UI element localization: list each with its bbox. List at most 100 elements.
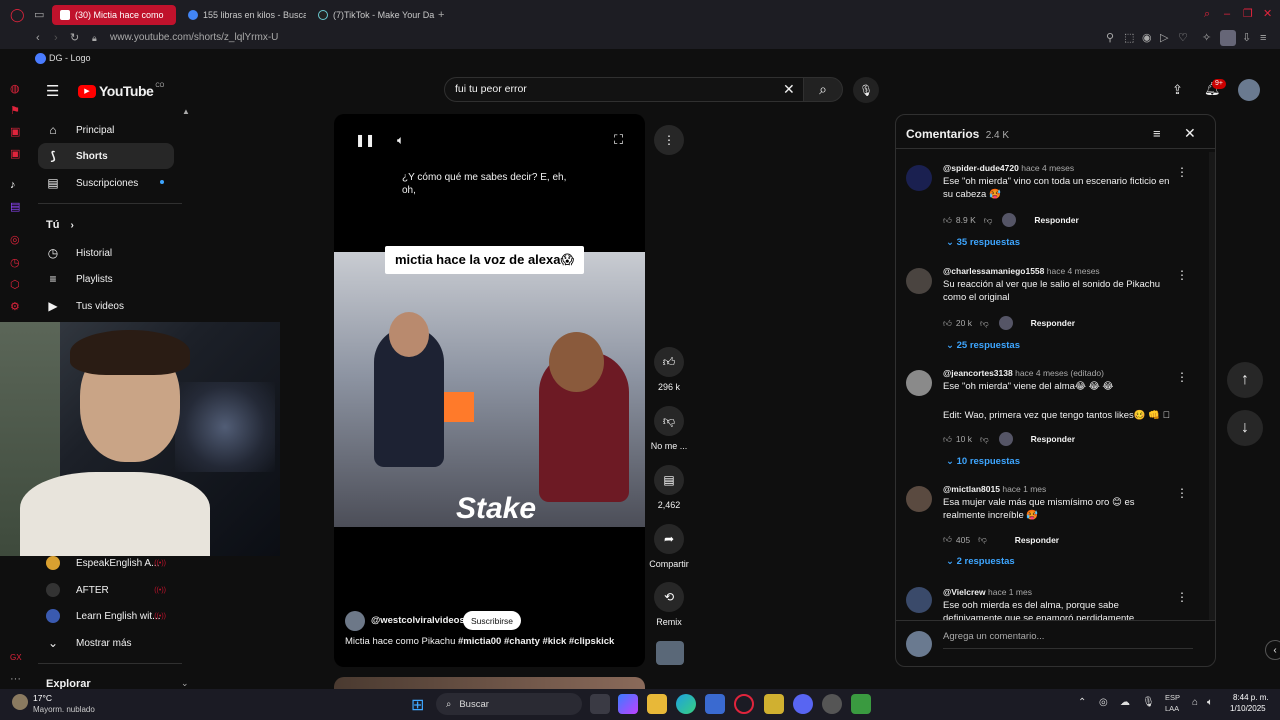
reply-button[interactable]: Responder — [1015, 535, 1059, 545]
view-replies-button[interactable]: ⌄ 35 respuestas — [946, 237, 1020, 248]
app-icon[interactable] — [851, 694, 871, 714]
remix-button[interactable]: ⟲ — [654, 582, 684, 612]
snapshot-icon[interactable]: ⬚ — [1124, 32, 1134, 44]
vpn-icon[interactable]: ⚑ — [10, 105, 20, 117]
sidebar-item-tus-videos[interactable]: ▶ Tus videos — [38, 293, 174, 319]
clock-time[interactable]: 8:44 p. m. — [1233, 693, 1269, 702]
next-short-button[interactable]: ↓ — [1227, 410, 1263, 446]
tiktok-side-icon[interactable]: ♪ — [10, 179, 16, 191]
upload-icon[interactable]: ⇪ — [1172, 82, 1183, 98]
thumbs-up-icon[interactable]: 👍︎ — [943, 215, 952, 226]
discord-icon[interactable] — [793, 694, 813, 714]
view-replies-button[interactable]: ⌄ 2 respuestas — [946, 556, 1015, 567]
player-icon[interactable]: ◎ — [10, 234, 20, 246]
sound-thumbnail[interactable] — [656, 641, 684, 665]
thumbs-up-icon[interactable]: 👍︎ — [943, 534, 952, 545]
edge-icon[interactable] — [676, 694, 696, 714]
messenger-icon[interactable]: ▣ — [10, 126, 20, 138]
view-replies-button[interactable]: ⌄ 10 respuestas — [946, 456, 1020, 467]
comment-more-icon[interactable]: ⋮ — [1176, 165, 1188, 179]
downloads-icon[interactable]: ⇩ — [1242, 32, 1251, 44]
more-options-button[interactable]: ⋮ — [654, 125, 684, 155]
thumbs-up-icon[interactable]: 👍︎ — [943, 318, 952, 329]
pause-icon[interactable]: ❚❚ — [355, 133, 375, 147]
bookmark-dg-logo[interactable]: DG - Logo — [49, 53, 91, 63]
comment-avatar[interactable] — [906, 486, 932, 512]
minimize-icon[interactable]: – — [1224, 8, 1230, 20]
comment-avatar[interactable] — [906, 165, 932, 191]
close-comments-icon[interactable]: ✕ — [1184, 125, 1196, 142]
sidebar-sub-learn-english[interactable]: Learn English wit... ((•)) — [38, 603, 174, 629]
search-box[interactable]: fui tu peor error ✕ — [444, 77, 804, 102]
pin-icon[interactable]: ⚲ — [1106, 32, 1114, 44]
collapse-edge-icon[interactable]: ‹ — [1265, 640, 1280, 660]
taskbar-search[interactable]: ⌕ Buscar — [436, 693, 582, 715]
settings-icon[interactable]: ⚙ — [10, 301, 20, 313]
windows-start-icon[interactable]: ⊞ — [411, 695, 424, 715]
history-side-icon[interactable]: ◷ — [10, 257, 20, 269]
close-window-icon[interactable]: ✕ — [1263, 8, 1272, 20]
task-view-icon[interactable] — [590, 694, 610, 714]
guide-menu-icon[interactable]: ☰ — [46, 82, 59, 100]
file-explorer-icon[interactable] — [647, 694, 667, 714]
search-tabs-icon[interactable]: ⌕ — [1204, 8, 1210, 20]
reply-button[interactable]: Responder — [1031, 318, 1075, 328]
sidebar-sub-espeakenglish[interactable]: EspeakEnglish A... ((•)) — [38, 550, 174, 576]
notes-icon[interactable] — [764, 694, 784, 714]
store-icon[interactable] — [705, 694, 725, 714]
forward-icon[interactable]: › — [54, 32, 58, 44]
comment-more-icon[interactable]: ⋮ — [1176, 370, 1188, 384]
clear-search-icon[interactable]: ✕ — [783, 81, 795, 98]
subscribe-button[interactable]: Suscribirse — [463, 611, 522, 630]
like-button[interactable]: 👍︎ — [654, 347, 684, 377]
tray-overflow-icon[interactable]: ⌃ — [1078, 697, 1086, 708]
thumbs-down-icon[interactable]: 👎︎ — [980, 434, 989, 445]
comment-more-icon[interactable]: ⋮ — [1176, 268, 1188, 282]
comment-more-icon[interactable]: ⋮ — [1176, 590, 1188, 604]
comment-avatar[interactable] — [906, 587, 932, 613]
sidebar-item-historial[interactable]: ◷ Historial — [38, 240, 174, 266]
new-tab-icon[interactable]: + — [438, 9, 444, 21]
network-icon[interactable]: ⌂ — [1192, 697, 1198, 708]
thumbs-down-icon[interactable]: 👎︎ — [980, 318, 989, 329]
comment-avatar[interactable] — [906, 268, 932, 294]
heart-icon[interactable]: ♡ — [1178, 32, 1188, 44]
menu-icon[interactable]: ≡ — [1260, 32, 1266, 44]
weather-icon[interactable] — [12, 694, 28, 710]
dislike-button[interactable]: 👎︎ — [654, 406, 684, 436]
thumbs-down-icon[interactable]: 👎︎ — [984, 215, 993, 226]
tab-google[interactable]: 155 libras en kilos - Busca — [180, 5, 306, 25]
fullscreen-icon[interactable]: ⛶ — [614, 132, 623, 148]
share-button[interactable]: ➦ — [654, 524, 684, 554]
clock-date[interactable]: 1/10/2025 — [1230, 704, 1266, 713]
sidebar-scroll-up-icon[interactable]: ▲ — [182, 107, 190, 116]
channel-name[interactable]: @westcolviralvideos — [371, 615, 465, 626]
sidebar-sub-after[interactable]: AFTER ((•)) — [38, 577, 174, 603]
aria-icon[interactable]: ◍ — [10, 83, 20, 95]
sidebar-item-shorts[interactable]: ⟆ Shorts — [38, 143, 174, 169]
extensions-icon[interactable]: ✧ — [1202, 32, 1211, 44]
copilot-icon[interactable] — [618, 694, 638, 714]
tab-youtube[interactable]: (30) Mictia hace como — [52, 5, 176, 25]
sidebar-scroll-down-icon[interactable]: ⌄ — [181, 678, 189, 689]
search-input[interactable]: fui tu peor error — [455, 83, 527, 95]
hashtags[interactable]: #mictia00 #chanty #kick #clipskick — [458, 636, 614, 647]
account-avatar[interactable] — [1238, 79, 1260, 101]
sidebar-item-principal[interactable]: ⌂ Principal — [38, 117, 174, 143]
add-comment-input[interactable]: Agrega un comentario... — [943, 631, 1193, 649]
language-code[interactable]: ESP — [1165, 693, 1180, 702]
sidebar-item-playlists[interactable]: ≡ Playlists — [38, 266, 174, 292]
comments-scrollbar[interactable] — [1209, 152, 1215, 620]
comments-button[interactable]: ▤ — [654, 465, 684, 495]
thumbs-down-icon[interactable]: 👎︎ — [978, 534, 987, 545]
search-button[interactable]: ⌕ — [803, 77, 843, 102]
volume-tray-icon[interactable]: 🔈︎ — [1207, 697, 1213, 708]
you-section-header[interactable]: Tú › — [46, 219, 74, 231]
shorts-player[interactable]: ❚❚ 🔈︎ ⛶ ¿Y cómo qué me sabes decir? E, e… — [334, 114, 645, 667]
more-side-icon[interactable]: ··· — [10, 673, 21, 685]
tab-menu-icon[interactable]: ▭ — [34, 9, 44, 21]
view-replies-button[interactable]: ⌄ 25 respuestas — [946, 340, 1020, 351]
back-icon[interactable]: ‹ — [36, 32, 40, 44]
profile-avatar[interactable] — [1220, 30, 1236, 46]
opera-gx-taskbar-icon[interactable] — [734, 694, 754, 714]
